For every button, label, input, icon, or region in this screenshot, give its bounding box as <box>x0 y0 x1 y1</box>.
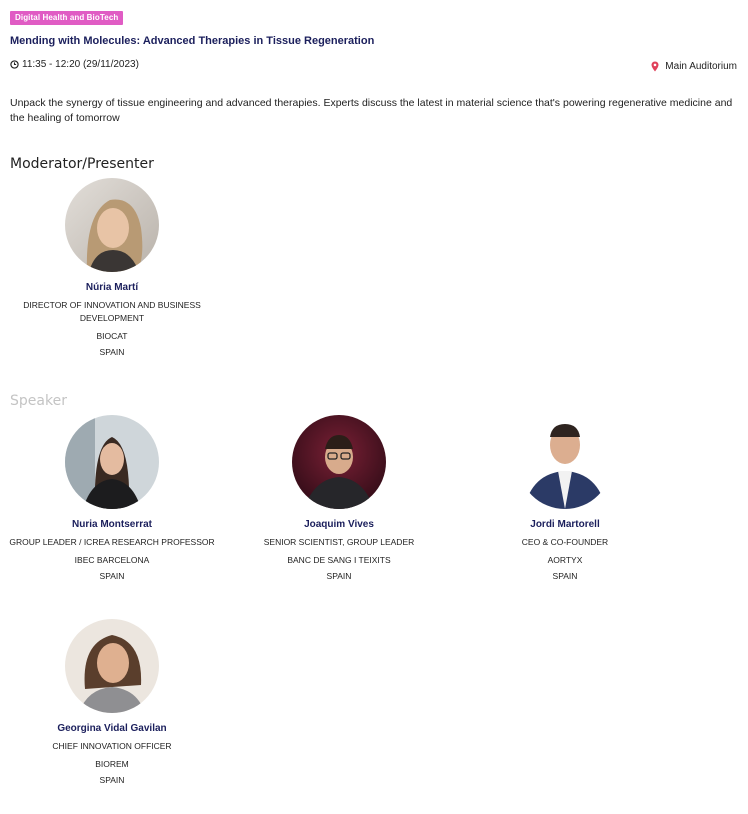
speaker-heading: Speaker <box>10 393 67 409</box>
person-country: SPAIN <box>99 571 125 581</box>
person-role: SENIOR SCIENTIST, GROUP LEADER <box>263 537 415 547</box>
person-role: CHIEF INNOVATION OFFICER <box>52 741 172 751</box>
person-name[interactable]: Joaquim Vives <box>234 519 444 530</box>
person-country: SPAIN <box>326 571 352 581</box>
person-role: CEO & CO-FOUNDER <box>521 537 609 547</box>
avatar <box>518 415 612 509</box>
person-name[interactable]: Nuria Montserrat <box>7 519 217 530</box>
person-organization: BIOCAT <box>96 331 128 341</box>
person-organization: BANC DE SANG I TEIXITS <box>287 555 391 565</box>
session-time: 11:35 - 12:20 (29/11/2023) <box>10 59 139 70</box>
person-role: GROUP LEADER / ICREA RESEARCH PROFESSOR <box>9 537 215 547</box>
person-organization: BIOREM <box>95 759 129 769</box>
avatar <box>65 178 159 272</box>
person-card[interactable]: Joaquim Vives SENIOR SCIENTIST, GROUP LE… <box>234 415 444 581</box>
person-country: SPAIN <box>552 571 578 581</box>
person-country: SPAIN <box>99 775 125 785</box>
person-country: SPAIN <box>99 347 125 357</box>
session-location-text: Main Auditorium <box>665 61 737 72</box>
person-card[interactable]: Georgina Vidal Gavilan CHIEF INNOVATION … <box>7 619 217 785</box>
person-card[interactable]: Núria Martí DIRECTOR OF INNOVATION AND B… <box>7 178 217 357</box>
avatar <box>292 415 386 509</box>
person-name[interactable]: Jordi Martorell <box>460 519 670 530</box>
avatar <box>65 415 159 509</box>
moderator-heading: Moderator/Presenter <box>10 156 154 172</box>
person-organization: IBEC BARCELONA <box>74 555 150 565</box>
person-name[interactable]: Núria Martí <box>7 282 217 293</box>
clock-icon <box>10 60 19 69</box>
session-description: Unpack the synergy of tissue engineering… <box>10 97 733 124</box>
person-organization: AORTYX <box>547 555 583 565</box>
map-pin-icon <box>651 61 659 72</box>
person-name[interactable]: Georgina Vidal Gavilan <box>7 723 217 734</box>
session-location: Main Auditorium <box>651 61 737 72</box>
person-card[interactable]: Nuria Montserrat GROUP LEADER / ICREA RE… <box>7 415 217 581</box>
avatar <box>65 619 159 713</box>
session-title: Mending with Molecules: Advanced Therapi… <box>10 35 375 47</box>
category-tag[interactable]: Digital Health and BioTech <box>10 11 124 25</box>
person-card[interactable]: Jordi Martorell CEO & CO-FOUNDER AORTYX … <box>460 415 670 581</box>
session-time-text: 11:35 - 12:20 (29/11/2023) <box>22 59 139 70</box>
person-role: DIRECTOR OF INNOVATION AND BUSINESS DEVE… <box>23 300 201 323</box>
